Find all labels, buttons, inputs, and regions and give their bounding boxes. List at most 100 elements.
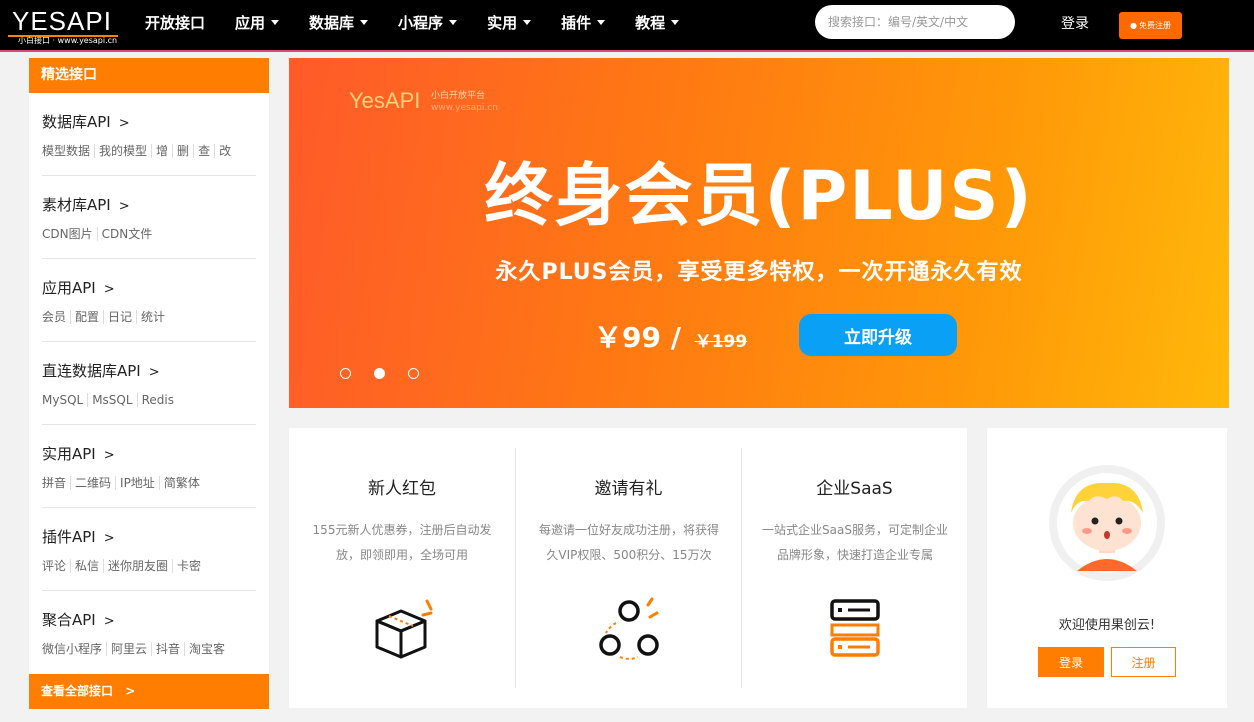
category-link[interactable]: 私信 — [71, 559, 105, 573]
category-link[interactable]: 我的模型 — [95, 144, 153, 158]
category-link[interactable]: 模型数据 — [42, 144, 96, 158]
category-link[interactable]: 卡密 — [173, 559, 205, 573]
logo-subtitle: 小白接口 · www.yesapi.cn — [18, 36, 118, 45]
category-title-link[interactable]: 实用API > — [42, 443, 115, 464]
login-card: 欢迎使用果创云! 登录 注册 — [987, 428, 1227, 708]
api-category: 聚合API > 微信小程序 阿里云 抖音 淘宝客 — [42, 591, 256, 674]
login-button[interactable]: 登录 — [1038, 647, 1104, 677]
category-link[interactable]: 阿里云 — [107, 642, 153, 656]
api-category: 直连数据库API > MySQL MsSQL Redis — [42, 342, 256, 425]
category-link[interactable]: CDN文件 — [98, 227, 157, 241]
promo-banner[interactable]: YesAPI 小白开放平台 www.yesapi.cn 终身会员(PLUS) 永… — [289, 58, 1229, 408]
category-link[interactable]: 迷你朋友圈 — [104, 559, 174, 573]
category-link[interactable]: 会员 — [42, 310, 72, 324]
category-link[interactable]: 抖音 — [152, 642, 186, 656]
feature-title: 邀请有礼 — [594, 479, 663, 499]
feature-desc: 每邀请一位好友成功注册，将获得久VIP权限、500积分、15万次 — [538, 523, 719, 562]
register-button[interactable]: 注册 — [1111, 647, 1176, 677]
nav-label: 开放接口 — [145, 13, 206, 32]
category-link[interactable]: 配置 — [71, 310, 105, 324]
feature-card-newcomer[interactable]: 新人红包 155元新人优惠券，注册后自动发放，即领即用，全场可用 — [289, 448, 515, 688]
view-all-apis-button[interactable]: 查看全部接口 > — [29, 674, 269, 709]
category-link[interactable]: 简繁体 — [160, 476, 204, 490]
category-link[interactable]: 查 — [194, 144, 216, 158]
nav-item-0[interactable]: 开放接口 — [145, 12, 205, 33]
upgrade-now-button[interactable]: 立即升级 — [799, 314, 957, 356]
logo-text: YESAPI — [12, 6, 112, 36]
category-title-link[interactable]: 数据库API > — [42, 111, 130, 132]
carousel-dot[interactable] — [374, 368, 385, 379]
category-link[interactable]: IP地址 — [116, 476, 160, 490]
invite-icon — [599, 597, 659, 660]
nav-label: 应用 — [235, 13, 266, 32]
category-title: 直连数据库API — [42, 362, 141, 380]
chevron-right-icon: > — [118, 116, 130, 131]
register-label: 免费注册 — [1138, 21, 1171, 30]
category-title: 数据库API — [42, 113, 111, 131]
user-icon: ● — [1130, 21, 1137, 30]
view-all-label: 查看全部接口 — [41, 684, 114, 698]
category-title-link[interactable]: 聚合API > — [42, 609, 115, 630]
category-title: 聚合API — [42, 611, 96, 629]
header-login-link[interactable]: 登录 — [1061, 13, 1089, 33]
original-price: ￥199 — [694, 332, 748, 352]
feature-title: 企业SaaS — [816, 479, 893, 499]
server-icon — [830, 599, 880, 657]
feature-card-invite[interactable]: 邀请有礼 每邀请一位好友成功注册，将获得久VIP权限、500积分、15万次 — [515, 448, 741, 688]
carousel-dot[interactable] — [340, 368, 351, 379]
avatar — [1049, 465, 1165, 581]
category-link[interactable]: 改 — [215, 144, 235, 158]
feature-card-saas[interactable]: 企业SaaS 一站式企业SaaS服务，可定制企业品牌形象，快速打造企业专属 — [741, 448, 967, 688]
nav-item-1[interactable]: 应用 — [235, 12, 280, 33]
chevron-right-icon: > — [103, 448, 115, 463]
top-navbar: YESAPI 小白接口 · www.yesapi.cn 开放接口 应用 数据库 小程序… — [0, 0, 1254, 52]
category-links: MySQL MsSQL Redis — [42, 393, 178, 407]
category-links: 模型数据 我的模型增删查改 — [42, 144, 235, 158]
category-link[interactable]: 评论 — [42, 559, 72, 573]
category-title: 插件API — [42, 528, 96, 546]
chevron-right-icon: > — [125, 684, 136, 698]
nav-item-4[interactable]: 实用 — [487, 12, 532, 33]
banner-logo-subtitle: 小白开放平台 www.yesapi.cn — [431, 91, 498, 113]
chevron-down-icon — [523, 19, 532, 25]
nav-item-6[interactable]: 教程 — [635, 12, 680, 33]
category-link[interactable]: 二维码 — [71, 476, 117, 490]
category-link[interactable]: 删 — [173, 144, 195, 158]
category-title-link[interactable]: 直连数据库API > — [42, 360, 160, 381]
category-links: CDN图片 CDN文件 — [42, 227, 156, 241]
feature-title: 新人红包 — [368, 479, 436, 499]
box-icon — [375, 599, 433, 659]
category-link[interactable]: 微信小程序 — [42, 642, 108, 656]
search-input[interactable] — [828, 5, 1008, 39]
category-links: 微信小程序 阿里云 抖音 淘宝客 — [42, 642, 229, 656]
category-links: 评论 私信 迷你朋友圈 卡密 — [42, 559, 205, 573]
category-link[interactable]: 淘宝客 — [185, 642, 229, 656]
site-logo[interactable]: YESAPI 小白接口 · www.yesapi.cn — [8, 6, 118, 46]
banner-price: ￥99 / ￥199 — [594, 316, 747, 356]
search-box — [815, 5, 1015, 39]
category-title-link[interactable]: 插件API > — [42, 526, 115, 547]
category-link[interactable]: 日记 — [104, 310, 138, 324]
nav-label: 小程序 — [398, 13, 444, 32]
feature-cards: 新人红包 155元新人优惠券，注册后自动发放，即领即用，全场可用 邀请有礼 每邀… — [289, 428, 967, 708]
category-link[interactable]: Redis — [138, 393, 178, 407]
chevron-down-icon — [360, 19, 369, 25]
nav-item-5[interactable]: 插件 — [561, 12, 606, 33]
category-link[interactable]: CDN图片 — [42, 227, 98, 241]
category-link[interactable]: 统计 — [137, 310, 169, 324]
carousel-dot[interactable] — [408, 368, 419, 379]
main-nav: 开放接口 应用 数据库 小程序 实用 插件 教程 — [145, 0, 709, 44]
api-category: 实用API > 拼音 二维码 IP地址 简繁体 — [42, 425, 256, 508]
category-link[interactable]: MySQL — [42, 393, 89, 407]
nav-label: 数据库 — [309, 13, 355, 32]
category-link[interactable]: 拼音 — [42, 476, 72, 490]
category-title-link[interactable]: 素材库API > — [42, 194, 130, 215]
category-title-link[interactable]: 应用API > — [42, 277, 115, 298]
nav-item-2[interactable]: 数据库 — [309, 12, 369, 33]
free-register-button[interactable]: ● 免费注册 — [1119, 12, 1182, 39]
category-links: 拼音 二维码 IP地址 简繁体 — [42, 476, 204, 490]
category-link[interactable]: 增 — [152, 144, 174, 158]
nav-item-3[interactable]: 小程序 — [398, 12, 458, 33]
chevron-right-icon: > — [148, 365, 160, 380]
category-link[interactable]: MsSQL — [88, 393, 138, 407]
